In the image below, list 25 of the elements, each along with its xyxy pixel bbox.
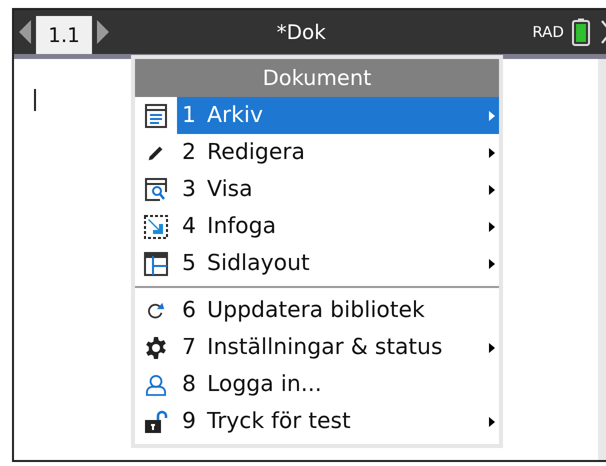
- page-layout-icon: [144, 252, 168, 276]
- insert-icon: [144, 214, 168, 238]
- angle-mode-label: RAD: [532, 23, 564, 41]
- menu-item[interactable]: 1 Arkiv: [177, 97, 499, 134]
- battery-icon: [572, 18, 590, 46]
- menu-title: Dokument: [135, 59, 499, 97]
- menu-item[interactable]: 6 Uppdatera bibliotek: [177, 292, 499, 329]
- document-title: *Dok: [276, 20, 327, 44]
- unlocked-padlock-icon: [144, 410, 168, 434]
- menu-item[interactable]: 3 Visa: [177, 171, 499, 208]
- settings-icon: [144, 336, 168, 360]
- left-arrow-icon[interactable]: [18, 19, 32, 45]
- menu-item[interactable]: 5 Sidlayout: [177, 245, 499, 282]
- menu-item[interactable]: 2 Redigera: [177, 134, 499, 171]
- user-icon: [146, 374, 166, 396]
- page-tab[interactable]: 1.1: [36, 16, 92, 54]
- magnifier-page-icon: [145, 178, 167, 202]
- menu-item[interactable]: 8 Logga in...: [177, 366, 499, 403]
- menu-item[interactable]: 4 Infoga: [177, 208, 499, 245]
- right-arrow-icon[interactable]: [96, 19, 110, 45]
- menu-item[interactable]: 7 Inställningar & status: [177, 329, 499, 366]
- text-cursor: [34, 89, 36, 111]
- refresh-icon: [146, 300, 166, 320]
- menu-item[interactable]: 9 Tryck för test: [177, 403, 499, 440]
- document-icon: [145, 104, 167, 128]
